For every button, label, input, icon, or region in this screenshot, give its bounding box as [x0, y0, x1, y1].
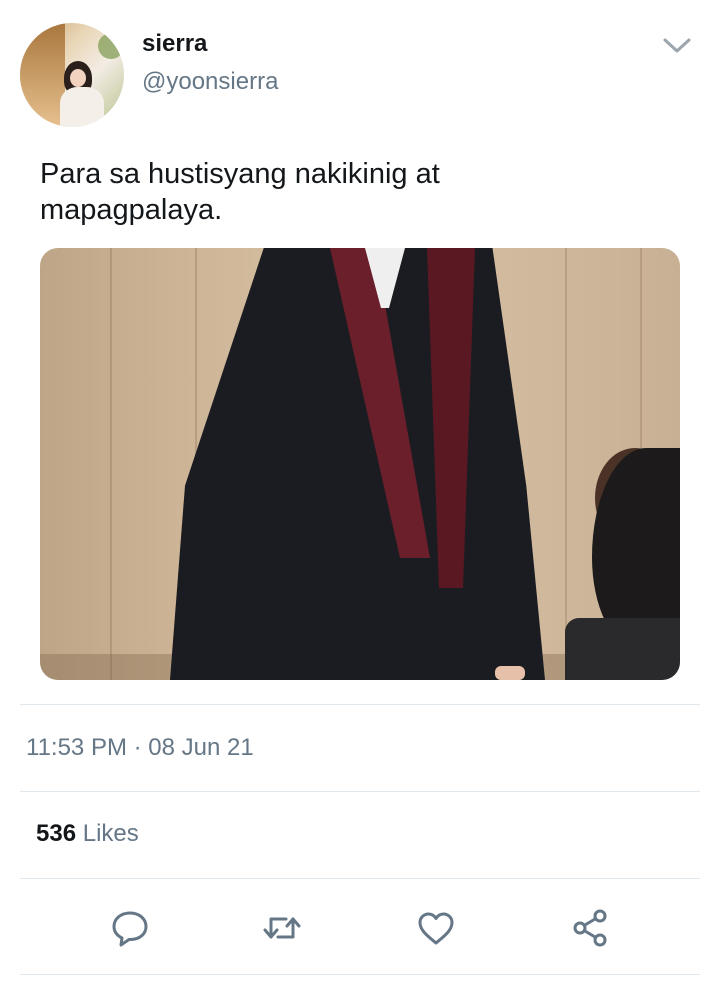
- tweet-photo[interactable]: [40, 248, 680, 680]
- user-handle[interactable]: @yoonsierra: [142, 68, 278, 96]
- share-button[interactable]: [566, 904, 614, 952]
- share-icon: [573, 909, 607, 947]
- like-button[interactable]: [412, 904, 460, 952]
- chevron-down-icon[interactable]: [662, 36, 692, 56]
- heart-icon: [418, 912, 454, 945]
- avatar[interactable]: [20, 23, 124, 127]
- display-name[interactable]: sierra: [142, 30, 207, 58]
- likes-stat[interactable]: 536 Likes: [36, 820, 139, 848]
- retweet-button[interactable]: [258, 904, 306, 952]
- divider: [20, 878, 700, 879]
- reply-button[interactable]: [106, 904, 154, 952]
- tweet-text-line: Para sa hustisyang nakikinig at: [40, 158, 440, 190]
- divider: [20, 974, 700, 975]
- reply-icon: [112, 911, 148, 947]
- retweet-icon: [263, 917, 301, 939]
- tweet-text-line: mapagpalaya.: [40, 194, 223, 226]
- tweet-text: Para sa hustisyang nakikinig at mapagpal…: [40, 156, 680, 228]
- divider: [20, 791, 700, 792]
- likes-count: 536: [36, 820, 77, 847]
- tweet-timestamp: 11:53 PM · 08 Jun 21: [26, 734, 254, 761]
- likes-label: Likes: [82, 820, 139, 847]
- divider: [20, 704, 700, 705]
